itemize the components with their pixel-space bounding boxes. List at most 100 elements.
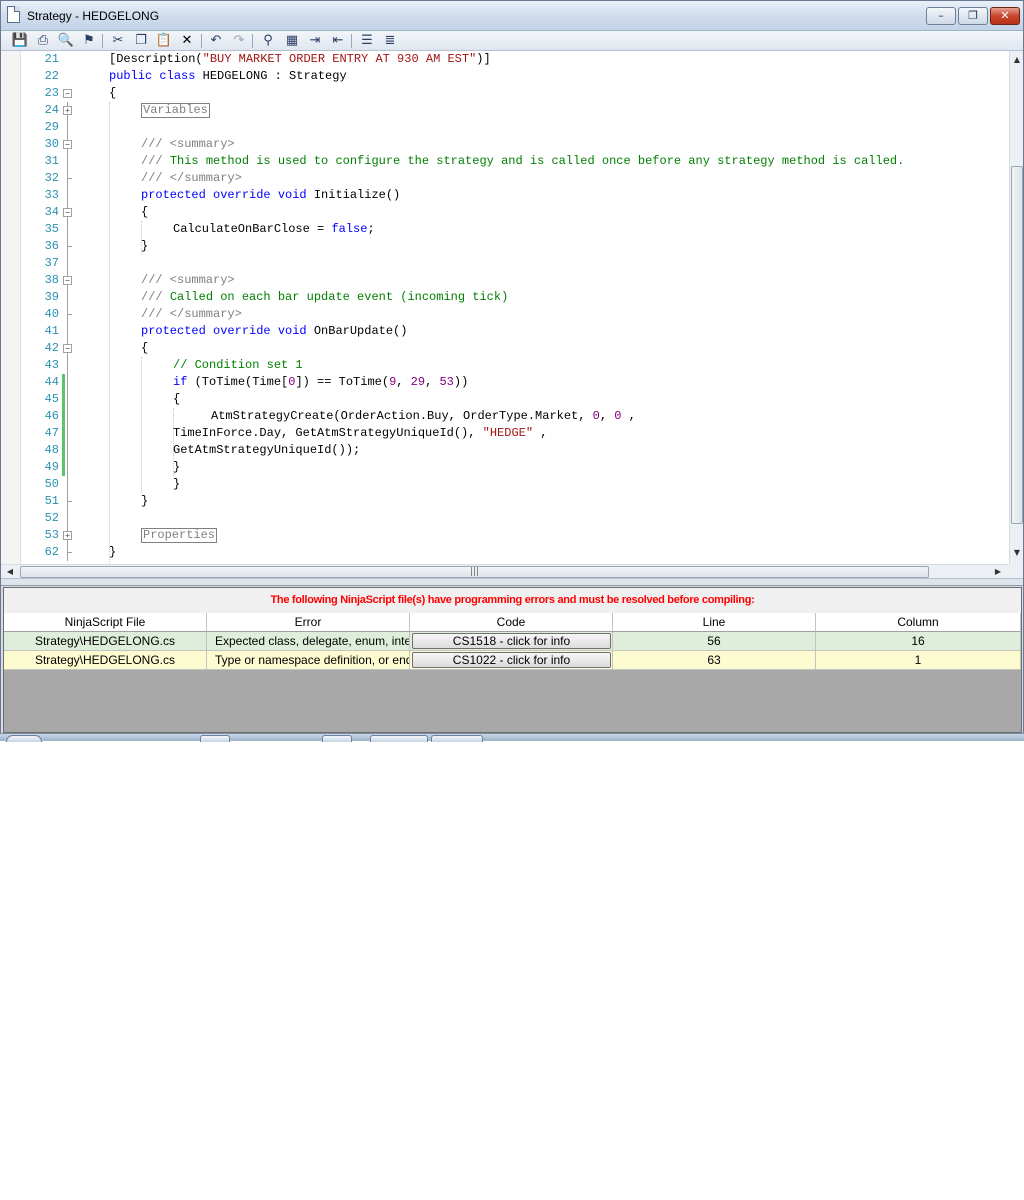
cut-icon[interactable]: ✂	[109, 32, 127, 50]
code-line: 37	[1, 255, 1009, 272]
collapse-toggle[interactable]: −	[63, 344, 72, 353]
error-column: 1	[816, 651, 1021, 670]
code-line: 29	[1, 119, 1009, 136]
code-line: 44 if (ToTime(Time[0]) == ToTime(9, 29, …	[1, 374, 1009, 391]
code-text: // Condition set 1	[173, 358, 303, 372]
code-text: protected override void OnBarUpdate()	[141, 324, 408, 338]
vertical-scrollbar[interactable]: ▲ ▼	[1009, 51, 1023, 564]
code-text: }	[173, 460, 181, 474]
replace-icon[interactable]: ▦	[283, 32, 301, 50]
title-bar[interactable]: Strategy - HEDGELONG – ❐ ✕	[1, 1, 1023, 31]
panel-splitter[interactable]	[1, 578, 1023, 586]
scroll-up-icon[interactable]: ▲	[1010, 53, 1024, 67]
line-number: 30	[44, 137, 59, 151]
outdent-icon[interactable]: ⇤	[329, 32, 347, 50]
collapse-toggle[interactable]: −	[63, 89, 72, 98]
taskbar-button[interactable]	[200, 735, 230, 742]
error-row[interactable]: Strategy\HEDGELONG.cs Expected class, de…	[4, 632, 1021, 651]
code-text: /// <summary>	[141, 273, 235, 287]
code-line: 21 [Description("BUY MARKET ORDER ENTRY …	[1, 51, 1009, 68]
line-number: 48	[44, 443, 59, 457]
code-line: 31 /// This method is used to configure …	[1, 153, 1009, 170]
code-line: 30 − /// <summary>	[1, 136, 1009, 153]
error-list-panel: The following NinjaScript file(s) have p…	[3, 587, 1022, 733]
find-icon[interactable]: ⚲	[259, 32, 277, 50]
taskbar-button[interactable]	[322, 735, 352, 742]
print-icon[interactable]: ⎙	[34, 32, 52, 50]
collapse-toggle[interactable]: −	[63, 276, 72, 285]
indent-icon[interactable]: ⇥	[306, 32, 324, 50]
code-text: CalculateOnBarClose = false;	[173, 222, 375, 236]
code-text: /// Called on each bar update event (inc…	[141, 290, 509, 304]
code-editor[interactable]: 21 [Description("BUY MARKET ORDER ENTRY …	[1, 51, 1023, 612]
line-number: 24	[44, 103, 59, 117]
column-header-column[interactable]: Column	[816, 613, 1021, 632]
code-line: 47 TimeInForce.Day, GetAtmStrategyUnique…	[1, 425, 1009, 442]
paste-icon[interactable]: 📋	[155, 32, 173, 50]
start-button[interactable]	[6, 735, 42, 742]
column-header-line[interactable]: Line	[613, 613, 816, 632]
line-number: 21	[44, 52, 59, 66]
code-line: 40 /// </summary>	[1, 306, 1009, 323]
code-line: 39 /// Called on each bar update event (…	[1, 289, 1009, 306]
expand-toggle[interactable]: +	[63, 531, 72, 540]
code-text: [Description("BUY MARKET ORDER ENTRY AT …	[109, 52, 491, 66]
line-number: 50	[44, 477, 59, 491]
vertical-scroll-thumb[interactable]	[1011, 166, 1023, 524]
change-marker	[62, 408, 65, 425]
code-line: 33 protected override void Initialize()	[1, 187, 1009, 204]
column-header-code[interactable]: Code	[410, 613, 613, 632]
close-button[interactable]: ✕	[990, 7, 1020, 25]
copy-icon[interactable]: ❐	[132, 32, 150, 50]
collapsed-region-variables[interactable]: Variables	[141, 103, 210, 118]
code-text: }	[173, 477, 181, 491]
code-line: 42 − {	[1, 340, 1009, 357]
comment-icon[interactable]: ☰	[358, 32, 376, 50]
scrollbar-corner	[1009, 564, 1023, 578]
expand-toggle[interactable]: +	[63, 106, 72, 115]
line-number: 34	[44, 205, 59, 219]
code-line: 62 }	[1, 544, 1009, 561]
uncomment-icon[interactable]: ≣	[381, 32, 399, 50]
editor-window: Strategy - HEDGELONG – ❐ ✕ 💾 ⎙ 🔍 ⚑ ✂ ❐ 📋…	[0, 0, 1024, 740]
line-number: 42	[44, 341, 59, 355]
toolbar-separator	[201, 34, 202, 48]
collapsed-region-properties[interactable]: Properties	[141, 528, 218, 543]
column-header-error[interactable]: Error	[207, 613, 410, 632]
error-line: 56	[613, 632, 816, 651]
error-row[interactable]: Strategy\HEDGELONG.cs Type or namespace …	[4, 651, 1021, 670]
change-marker	[62, 442, 65, 459]
code-text: /// This method is used to configure the…	[141, 154, 905, 168]
line-number: 44	[44, 375, 59, 389]
error-code-button[interactable]: CS1022 - click for info	[412, 652, 611, 668]
error-message: Expected class, delegate, enum, interf	[207, 632, 410, 651]
scroll-down-icon[interactable]: ▼	[1010, 546, 1024, 560]
redo-icon[interactable]: ↷	[230, 32, 248, 50]
code-text: protected override void Initialize()	[141, 188, 401, 202]
delete-icon[interactable]: ✕	[178, 32, 196, 50]
minimize-button[interactable]: –	[926, 7, 956, 25]
compile-icon[interactable]: ⚑	[80, 32, 98, 50]
taskbar-button[interactable]	[370, 735, 428, 742]
error-grid-header: NinjaScript File Error Code Line Column	[4, 613, 1021, 632]
line-number: 23	[44, 86, 59, 100]
scroll-right-icon[interactable]: ▶	[991, 565, 1005, 579]
horizontal-scroll-thumb[interactable]: |||	[20, 566, 929, 578]
horizontal-scrollbar[interactable]: ◀ ||| ▶	[1, 564, 1009, 578]
column-header-file[interactable]: NinjaScript File	[4, 613, 207, 632]
print-preview-icon[interactable]: 🔍	[57, 32, 75, 50]
collapse-toggle[interactable]: −	[63, 140, 72, 149]
taskbar-button[interactable]	[431, 735, 483, 742]
error-code-button[interactable]: CS1518 - click for info	[412, 633, 611, 649]
code-line: 50 }	[1, 476, 1009, 493]
line-number: 37	[44, 256, 59, 270]
undo-icon[interactable]: ↶	[207, 32, 225, 50]
code-line: 49 }	[1, 459, 1009, 476]
maximize-button[interactable]: ❐	[958, 7, 988, 25]
code-line: 48 GetAtmStrategyUniqueId());	[1, 442, 1009, 459]
save-icon[interactable]: 💾	[11, 32, 29, 50]
scroll-left-icon[interactable]: ◀	[3, 565, 17, 579]
collapse-toggle[interactable]: −	[63, 208, 72, 217]
code-text: /// <summary>	[141, 137, 235, 151]
line-number: 40	[44, 307, 59, 321]
